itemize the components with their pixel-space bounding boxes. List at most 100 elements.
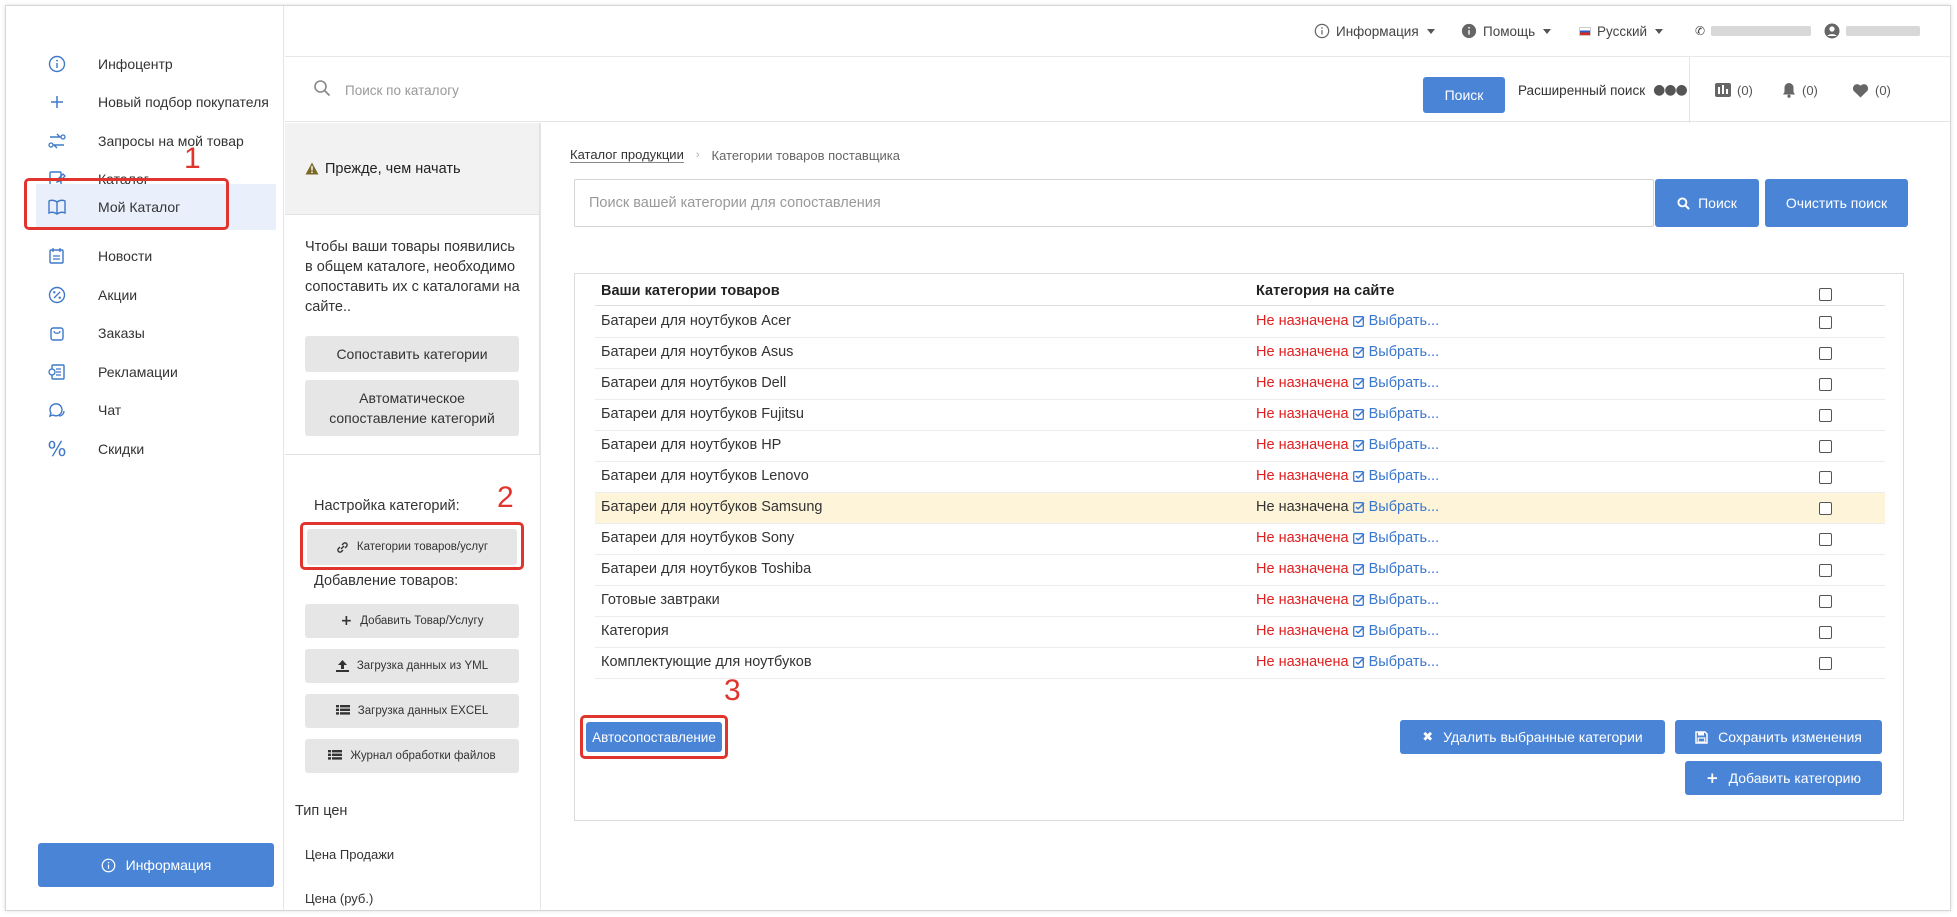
auto-match-categories-label: Автоматическое сопоставление категорий — [329, 390, 495, 426]
choose-category-link[interactable]: Выбрать... — [1369, 406, 1440, 422]
row-select-checkbox[interactable] — [1819, 378, 1832, 391]
row-select-checkbox[interactable] — [1819, 626, 1832, 639]
choose-category-link[interactable]: Выбрать... — [1369, 530, 1440, 546]
your-category-name: Батареи для ноутбуков Fujitsu — [601, 406, 804, 422]
price-type-title: Тип цен — [295, 803, 348, 819]
choose-category-link[interactable]: Выбрать... — [1369, 313, 1440, 329]
clear-search-label: Очистить поиск — [1785, 195, 1888, 211]
add-product-button[interactable]: + Добавить Товар/Услугу — [305, 604, 519, 638]
row-select-checkbox[interactable] — [1819, 316, 1832, 329]
your-category-name: Батареи для ноутбуков Dell — [601, 375, 787, 391]
info-button[interactable]: Информация — [38, 843, 274, 887]
your-category-name: Батареи для ноутбуков Samsung — [601, 499, 823, 515]
advanced-search-link[interactable]: Расширенный поиск ●●● — [1518, 57, 1688, 123]
percent-badge-icon — [46, 284, 68, 306]
info-menu[interactable]: Информация — [1314, 6, 1435, 56]
help-menu[interactable]: Помощь — [1461, 6, 1552, 56]
notifications-counter[interactable]: (0) — [1782, 57, 1818, 123]
breadcrumb-catalog-link[interactable]: Каталог продукции — [570, 147, 684, 163]
row-select-checkbox[interactable] — [1819, 657, 1832, 670]
match-categories-label: Сопоставить категории — [336, 346, 488, 362]
save-changes-button[interactable]: Сохранить изменения — [1675, 720, 1882, 754]
select-all-checkbox[interactable] — [1819, 288, 1832, 301]
site-category-cell: Не назначена Выбрать... — [1256, 499, 1439, 517]
row-select-checkbox[interactable] — [1819, 409, 1832, 422]
edit-square-icon — [1352, 377, 1365, 393]
delete-selected-label: Удалить выбранные категории — [1443, 729, 1643, 745]
help-menu-label: Помощь — [1483, 23, 1536, 39]
annotation-number-2: 2 — [497, 481, 514, 514]
language-menu[interactable]: Русский — [1579, 6, 1664, 56]
user-menu[interactable] — [1824, 6, 1920, 56]
row-select-checkbox[interactable] — [1819, 564, 1832, 577]
table-row: Батареи для ноутбуков HP Не назначена Выб… — [595, 431, 1885, 462]
excel-upload-button[interactable]: Загрузка данных EXCEL — [305, 694, 519, 728]
clear-search-button[interactable]: Очистить поиск — [1765, 179, 1908, 227]
unassigned-label: Не назначена — [1256, 499, 1349, 515]
choose-category-link[interactable]: Выбрать... — [1369, 468, 1440, 484]
unassigned-label: Не назначена — [1256, 468, 1349, 484]
row-select-checkbox[interactable] — [1819, 347, 1832, 360]
row-select-checkbox[interactable] — [1819, 502, 1832, 515]
unassigned-label: Не назначена — [1256, 437, 1349, 453]
getting-started-title: Прежде, чем начать — [325, 160, 461, 177]
site-category-cell: Не назначена Выбрать... — [1256, 313, 1439, 331]
match-categories-button[interactable]: Сопоставить категории — [305, 336, 519, 372]
choose-category-link[interactable]: Выбрать... — [1369, 499, 1440, 515]
choose-category-link[interactable]: Выбрать... — [1369, 561, 1440, 577]
yml-upload-button[interactable]: Загрузка данных из YML — [305, 649, 519, 683]
table-row: Готовые завтраки Не назначена Выбрать... — [595, 586, 1885, 617]
price-type-option-next[interactable]: Цена (руб.) — [305, 891, 373, 906]
chevron-down-icon — [1543, 28, 1552, 34]
auto-match-categories-button[interactable]: Автоматическое сопоставление категорий — [305, 380, 519, 436]
main-content: Каталог продукции › Категории товаров по… — [542, 123, 1950, 910]
choose-category-link[interactable]: Выбрать... — [1369, 623, 1440, 639]
favorites-counter[interactable]: (0) — [1852, 57, 1891, 123]
row-select-checkbox[interactable] — [1819, 440, 1832, 453]
table-row: Комплектующие для ноутбуков Не назначена … — [595, 648, 1885, 679]
choose-category-link[interactable]: Выбрать... — [1369, 344, 1440, 360]
delete-selected-button[interactable]: ✖ Удалить выбранные категории — [1400, 720, 1665, 754]
upload-icon — [335, 660, 349, 672]
language-menu-label: Русский — [1597, 23, 1648, 39]
sidebar-item-discounts[interactable]: % Скидки — [36, 426, 276, 472]
advanced-search-label: Расширенный поиск — [1518, 82, 1646, 98]
unassigned-label: Не назначена — [1256, 375, 1349, 391]
search-icon — [1677, 196, 1690, 210]
row-select-checkbox[interactable] — [1819, 533, 1832, 546]
category-search-input[interactable] — [574, 179, 1654, 227]
category-search-button[interactable]: Поиск — [1655, 179, 1759, 227]
catalog-search-input[interactable] — [345, 75, 1145, 105]
edit-square-icon — [1352, 625, 1365, 641]
compare-counter[interactable]: (0) — [1715, 57, 1753, 123]
choose-category-link[interactable]: Выбрать... — [1369, 375, 1440, 391]
choose-category-link[interactable]: Выбрать... — [1369, 437, 1440, 453]
redacted-username — [1846, 26, 1920, 36]
your-category-name: Батареи для ноутбуков HP — [601, 437, 782, 453]
file-journal-button[interactable]: Журнал обработки файлов — [305, 739, 519, 773]
row-select-checkbox[interactable] — [1819, 471, 1832, 484]
plus-icon — [46, 91, 68, 113]
warning-icon — [305, 162, 319, 175]
info-circle-icon — [46, 53, 68, 75]
edit-square-icon — [1352, 346, 1365, 362]
choose-category-link[interactable]: Выбрать... — [1369, 654, 1440, 670]
phone-icon: ✆ — [1695, 24, 1706, 38]
file-journal-label: Журнал обработки файлов — [350, 750, 496, 762]
choose-category-link[interactable]: Выбрать... — [1369, 592, 1440, 608]
russian-flag-icon — [1579, 26, 1591, 36]
plus-icon: + — [1706, 769, 1719, 787]
chat-icon — [46, 399, 68, 421]
shopping-bag-icon — [46, 322, 68, 344]
catalog-search-button[interactable]: Поиск — [1423, 77, 1505, 113]
compare-count: (0) — [1737, 82, 1753, 98]
edit-square-icon — [1352, 656, 1365, 672]
row-select-checkbox[interactable] — [1819, 595, 1832, 608]
help-circle-icon — [1461, 23, 1477, 39]
add-category-button[interactable]: + Добавить категорию — [1685, 761, 1882, 795]
annotation-box-1 — [24, 178, 229, 230]
sidebar-item-label: Акции — [98, 287, 138, 303]
site-category-cell: Не назначена Выбрать... — [1256, 344, 1439, 362]
catalog-tools-panel: Прежде, чем начать Чтобы ваши товары поя… — [285, 123, 541, 910]
price-type-option[interactable]: Цена Продажи — [305, 847, 394, 862]
